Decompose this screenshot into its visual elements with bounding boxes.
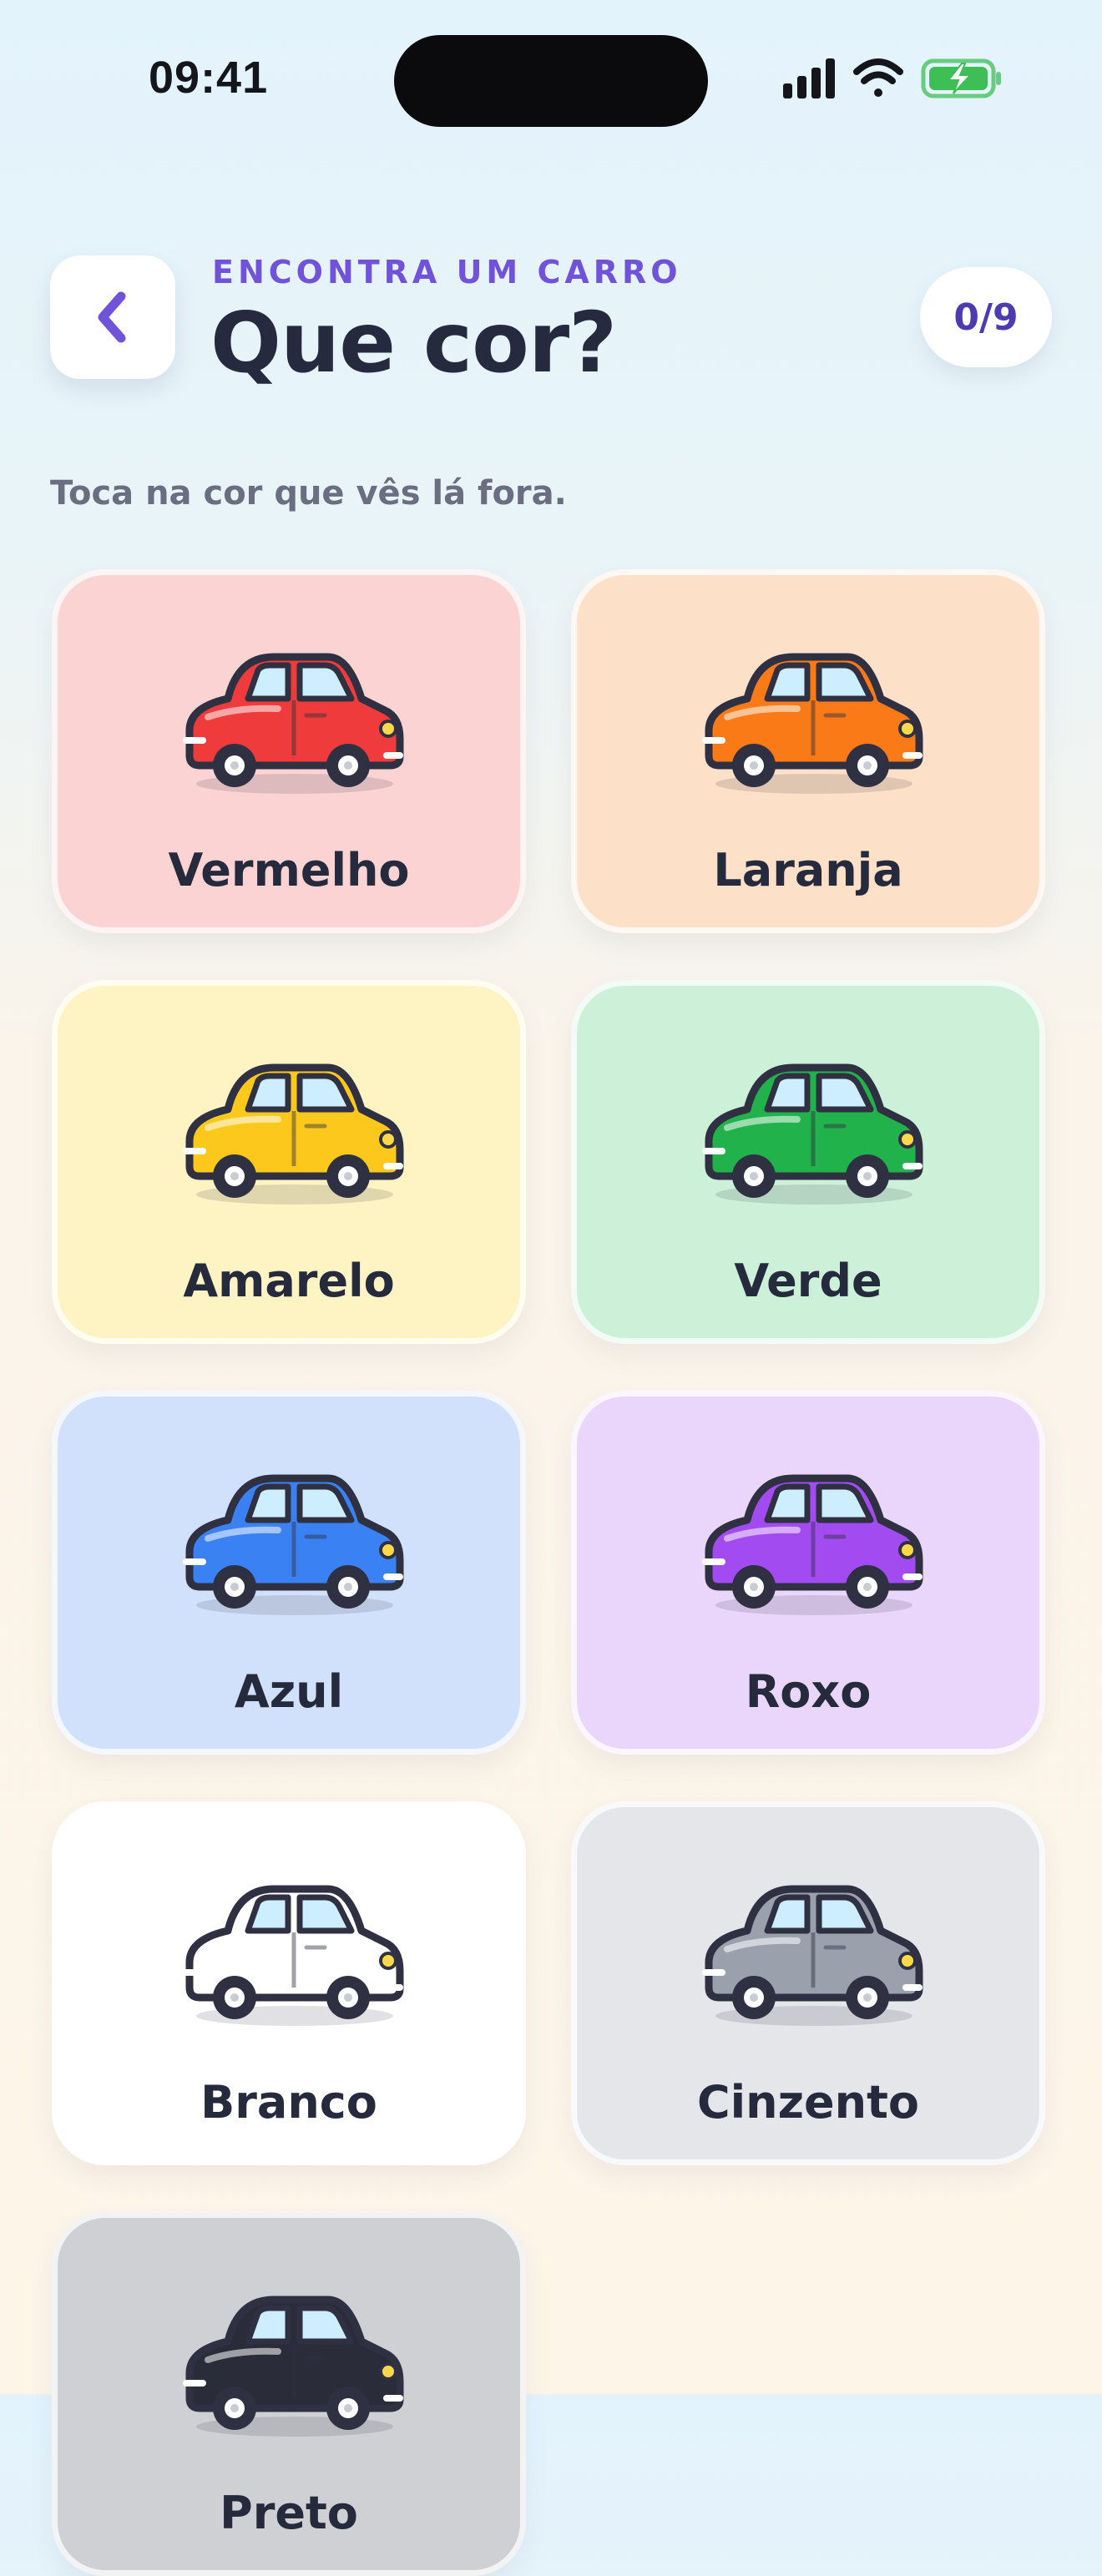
car-icon (183, 2296, 404, 2437)
color-tile-yellow[interactable]: Amarelo (52, 980, 526, 1344)
color-label: Preto (220, 2487, 358, 2539)
signal-icon (783, 58, 835, 98)
color-tile-blue[interactable]: Azul (52, 1391, 526, 1755)
color-tile-purple[interactable]: Roxo (571, 1391, 1045, 1755)
color-tile-gray[interactable]: Cinzento (571, 1801, 1045, 2165)
car-icon (702, 653, 923, 794)
wifi-icon (853, 58, 903, 97)
car-icon (702, 1885, 923, 2026)
page-title: Que cor? (210, 294, 617, 391)
color-label: Cinzento (697, 2076, 919, 2129)
color-label: Roxo (745, 1665, 872, 1718)
car-icon (702, 1063, 923, 1205)
color-label: Branco (200, 2076, 377, 2129)
car-icon (183, 1063, 404, 1205)
dynamic-island (394, 35, 708, 127)
found-counter-badge: 0/9 (920, 267, 1052, 367)
battery-charging-icon (921, 58, 1001, 98)
color-tile-green[interactable]: Verde (571, 980, 1045, 1344)
page-eyebrow: ENCONTRA UM CARRO (212, 254, 682, 290)
color-label: Amarelo (183, 1255, 395, 1307)
car-icon (183, 1885, 404, 2026)
color-label: Vermelho (168, 844, 410, 897)
instructions-text: Toca na cor que vês lá fora. (50, 474, 567, 513)
color-label: Azul (234, 1665, 344, 1718)
color-tile-orange[interactable]: Laranja (571, 569, 1045, 933)
color-tile-black[interactable]: Preto (52, 2212, 526, 2576)
car-icon (183, 1474, 404, 1615)
status-icons (783, 58, 1001, 98)
color-label: Laranja (713, 844, 903, 897)
color-tile-red[interactable]: Vermelho (52, 569, 526, 933)
color-label: Verde (734, 1255, 882, 1307)
car-icon (702, 1474, 923, 1615)
status-bar: 09:41 (0, 0, 1102, 167)
color-tile-white[interactable]: Branco (52, 1801, 526, 2165)
status-time: 09:41 (149, 53, 269, 103)
chevron-left-icon (98, 291, 126, 343)
back-button[interactable] (50, 255, 175, 379)
car-icon (183, 653, 404, 794)
